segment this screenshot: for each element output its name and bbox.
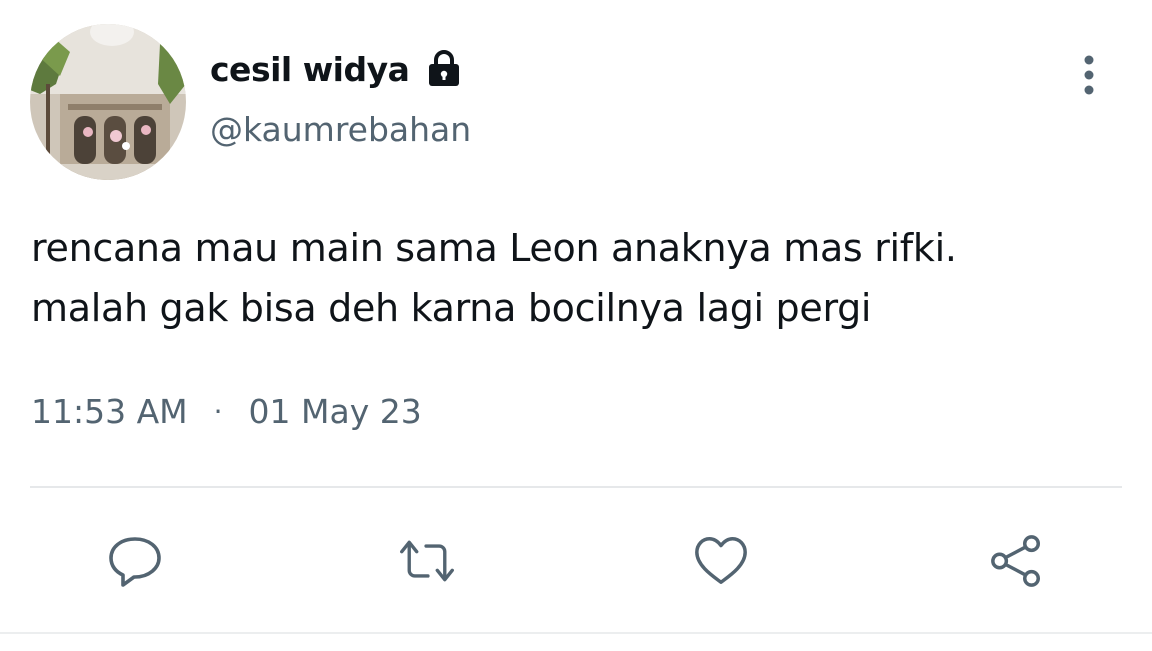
retweet-icon [400, 540, 454, 582]
share-icon [991, 535, 1041, 587]
tweet-text: rencana mau main sama Leon anaknya mas r… [31, 218, 1131, 338]
divider [0, 632, 1152, 634]
divider [30, 486, 1122, 488]
tweet-text-line: malah gak bisa deh karna bocilnya lagi p… [31, 286, 872, 330]
user-handle[interactable]: @kaumrebahan [210, 110, 471, 149]
separator-dot: · [213, 395, 223, 428]
retweet-button[interactable] [398, 532, 456, 590]
lock-icon [425, 49, 463, 89]
tweet-card: cesil widya @kaumrebahan rencana mau mai… [0, 0, 1152, 651]
reply-icon [109, 537, 161, 587]
more-vertical-icon [1084, 55, 1094, 95]
tweet-date[interactable]: 01 May 23 [249, 392, 422, 431]
avatar-photo [30, 24, 186, 180]
heart-icon [695, 537, 747, 585]
display-name-row: cesil widya [210, 44, 463, 94]
timestamp-row: 11:53 AM · 01 May 23 [31, 392, 422, 431]
more-options-button[interactable] [1072, 52, 1106, 98]
share-button[interactable] [988, 532, 1046, 590]
tweet-time[interactable]: 11:53 AM [31, 392, 188, 431]
avatar[interactable] [30, 24, 186, 180]
like-button[interactable] [692, 532, 750, 590]
tweet-text-line: rencana mau main sama Leon anaknya mas r… [31, 226, 957, 270]
reply-button[interactable] [106, 532, 164, 590]
display-name[interactable]: cesil widya [210, 50, 410, 89]
